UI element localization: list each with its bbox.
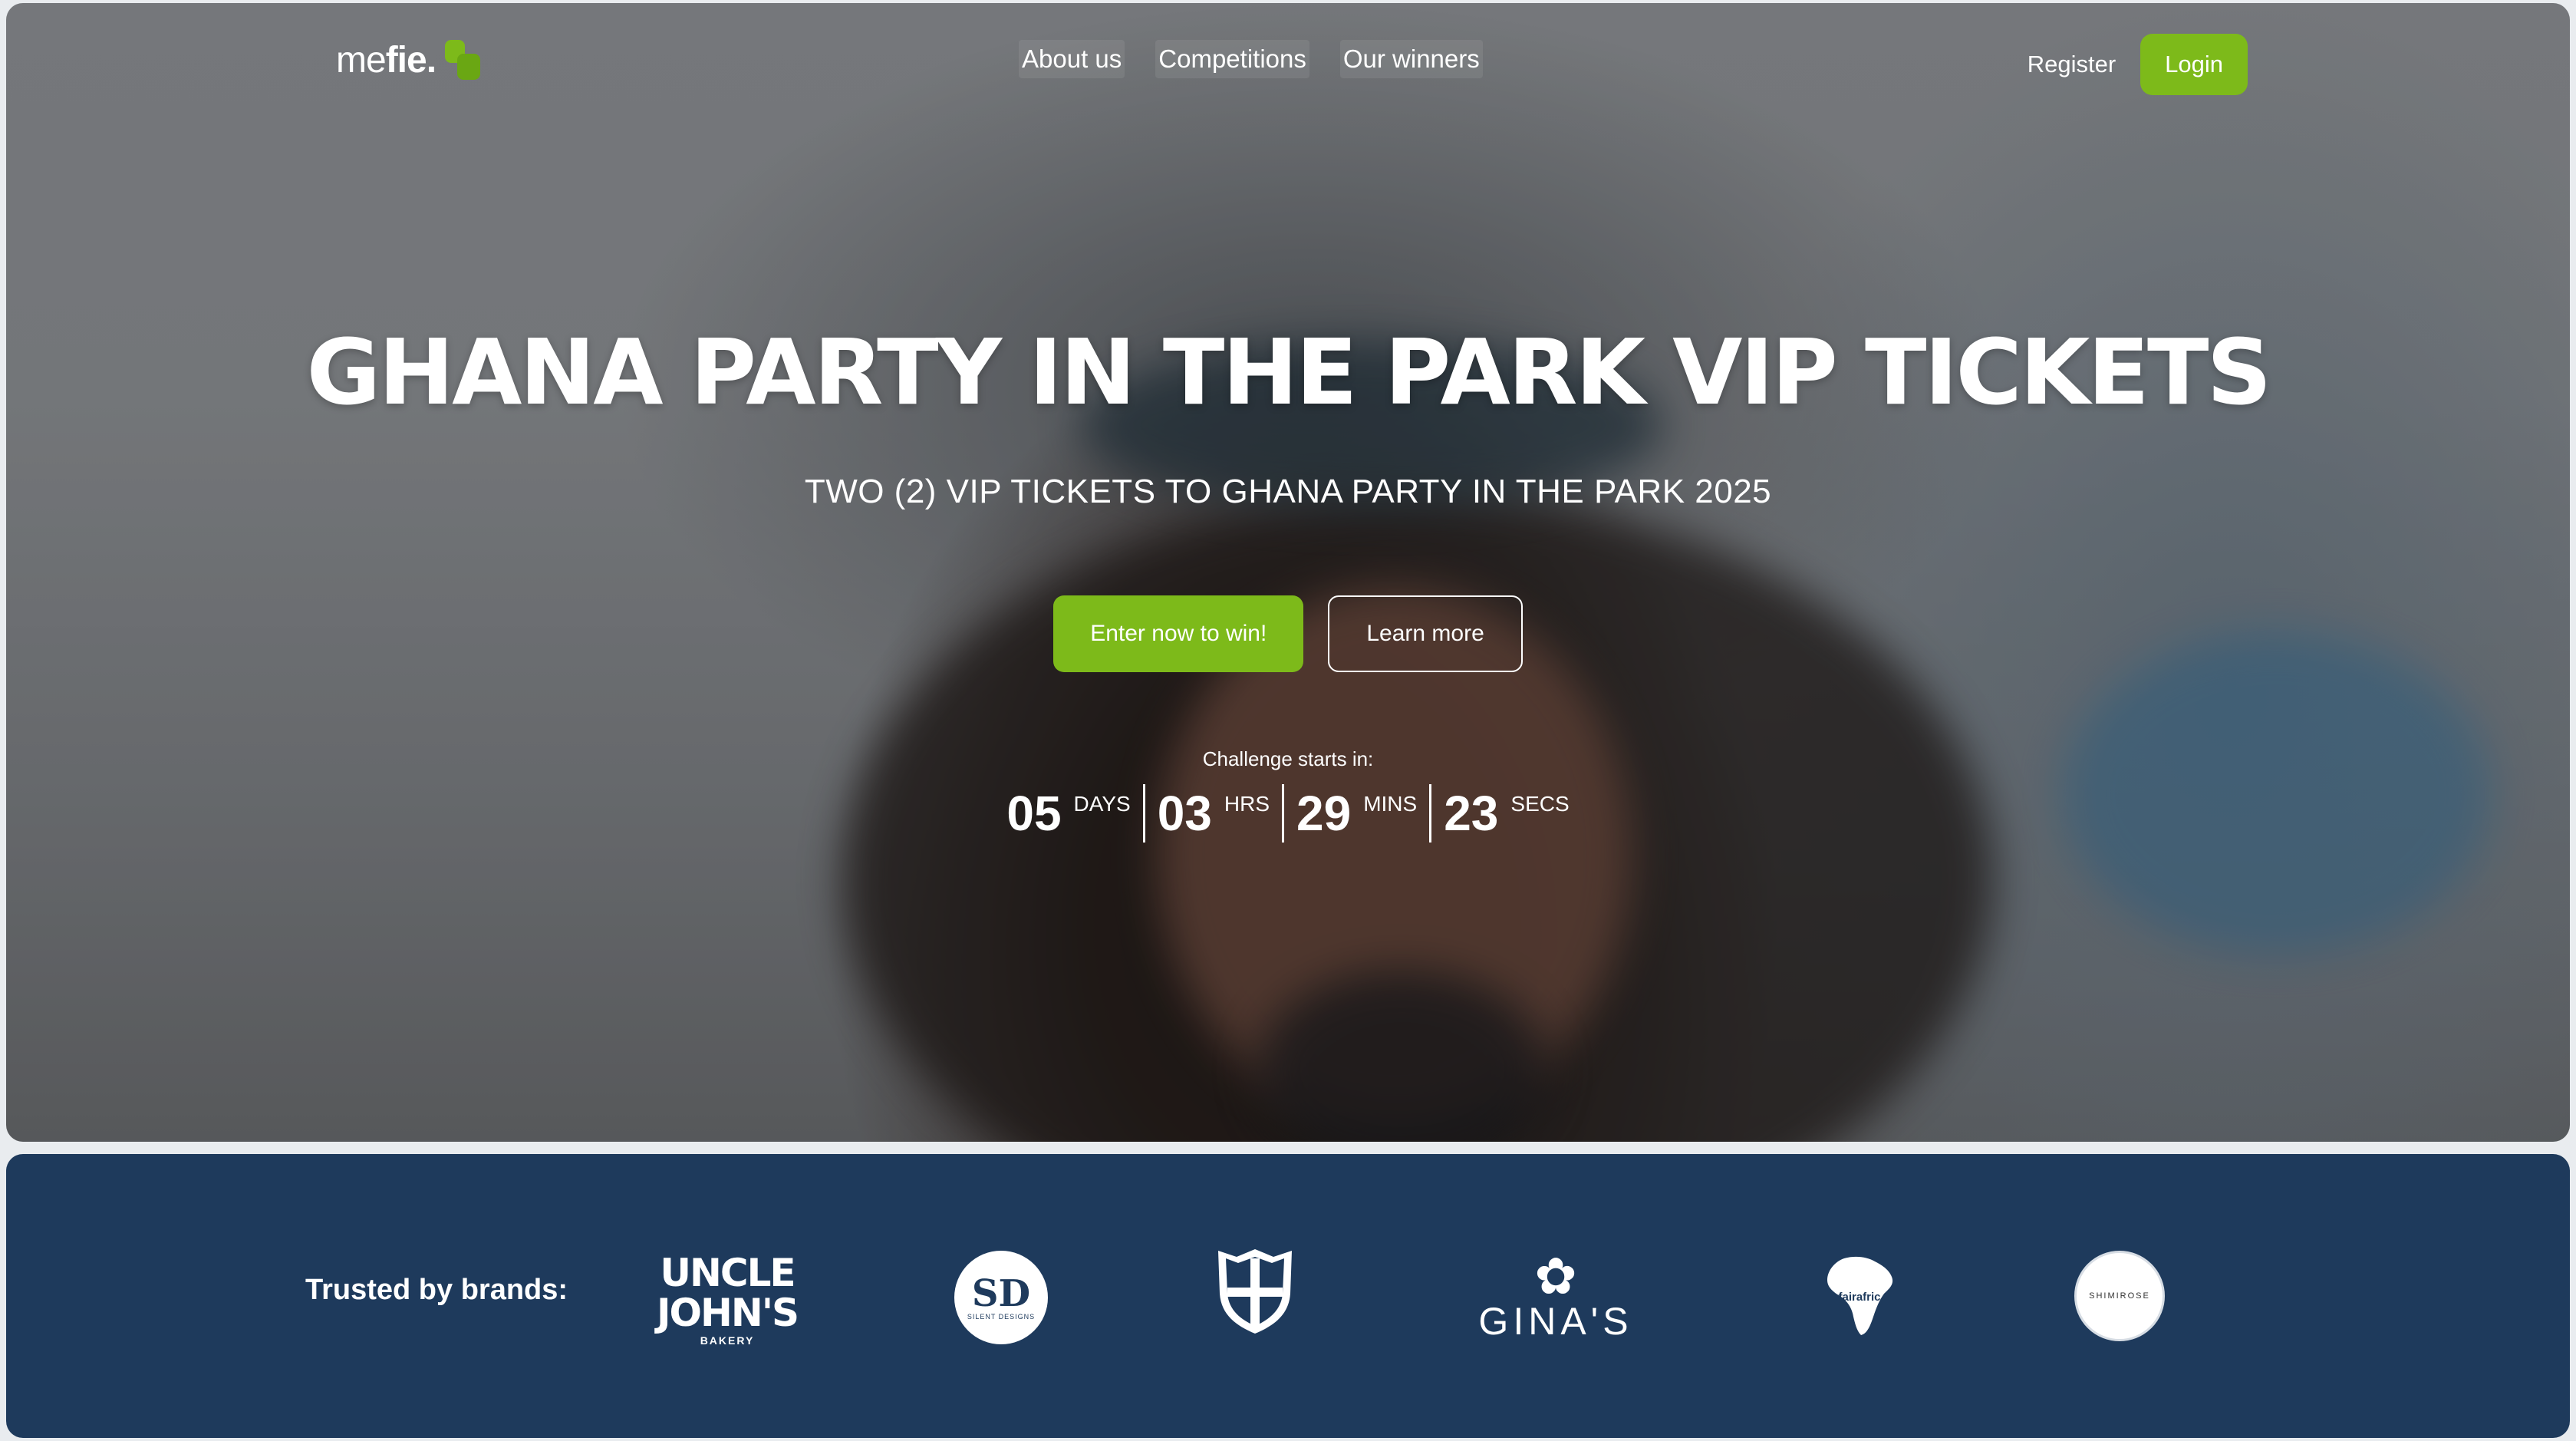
- countdown-label: Challenge starts in:: [1202, 747, 1374, 770]
- brand-logo-shimirose: SHIMIROSE: [2074, 1251, 2165, 1341]
- enter-to-win-button[interactable]: Enter now to win!: [1053, 595, 1304, 672]
- learn-more-button[interactable]: Learn more: [1328, 595, 1523, 672]
- hero-actions: Enter now to win! Learn more: [6, 595, 2570, 672]
- login-button[interactable]: Login: [2140, 34, 2248, 95]
- countdown-value: 29: [1296, 786, 1352, 841]
- countdown-value: 03: [1157, 786, 1212, 841]
- countdown-hours: 03 HRS: [1142, 784, 1282, 843]
- countdown-unit: DAYS: [1073, 792, 1131, 816]
- countdown: 05 DAYS 03 HRS 29 MINS 23 SECS: [6, 784, 2570, 843]
- countdown-unit: MINS: [1363, 792, 1418, 816]
- nav-link-about-us[interactable]: About us: [1019, 40, 1125, 78]
- flower-icon: ✿: [1534, 1248, 1577, 1304]
- brand-logo-ginas: ✿ GINA'S: [1478, 1248, 1633, 1343]
- countdown-unit: SECS: [1510, 792, 1570, 816]
- nav-link-our-winners[interactable]: Our winners: [1339, 40, 1483, 78]
- brand-logo-silent-designs: SD SILENT DESIGNS: [954, 1251, 1048, 1344]
- countdown-days: 05 DAYS: [994, 784, 1142, 843]
- main-nav: About us Competitions Our winners: [1019, 40, 1483, 78]
- brand-logo-fairafric: fairafric: [1821, 1254, 1898, 1338]
- brand-logo-uncle-johns-bakery: UNCLE JOHN'S BAKERY: [656, 1251, 799, 1347]
- countdown-value: 23: [1444, 786, 1499, 841]
- nav-link-competitions[interactable]: Competitions: [1155, 40, 1309, 78]
- hero-section: mefie. About us Competitions Our winners…: [6, 3, 2570, 1142]
- countdown-minutes: 29 MINS: [1282, 784, 1429, 843]
- countdown-unit: HRS: [1224, 792, 1270, 816]
- auth-actions: Register Login: [2028, 34, 2248, 95]
- logo-text: mefie.: [336, 39, 436, 81]
- hero-overlay: [6, 3, 2570, 1142]
- register-link[interactable]: Register: [2028, 51, 2116, 78]
- brands-title: Trusted by brands:: [305, 1274, 568, 1306]
- countdown-seconds: 23 SECS: [1429, 784, 1581, 843]
- hero-title: GHANA PARTY IN THE PARK VIP TICKETS: [306, 319, 2272, 425]
- countdown-value: 05: [1006, 786, 1062, 841]
- logo-mark-icon: [443, 37, 485, 83]
- trusted-brands-section: Trusted by brands: UNCLE JOHN'S BAKERY S…: [6, 1154, 2570, 1438]
- logo[interactable]: mefie.: [336, 37, 485, 83]
- hero-subtitle: TWO (2) VIP TICKETS TO GHANA PARTY IN TH…: [804, 473, 1772, 510]
- brand-logo-ukgh-shield-icon: [1215, 1246, 1295, 1335]
